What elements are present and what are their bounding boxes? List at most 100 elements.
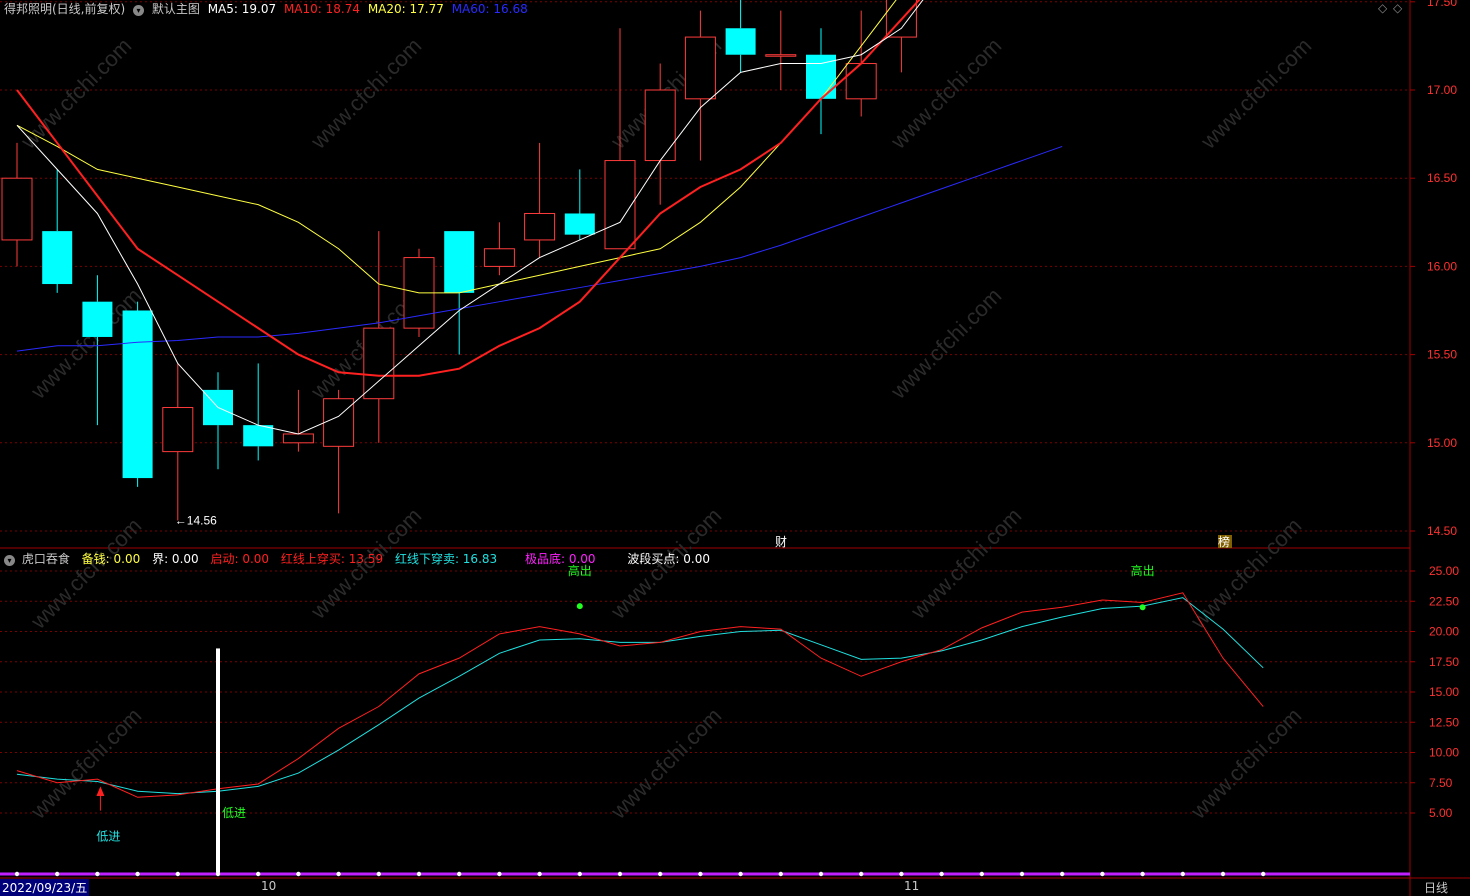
diamond-icon[interactable]: ◇ <box>1393 1 1402 15</box>
price-tick-label: 15.50 <box>1427 348 1457 362</box>
bottom-signal-dot <box>979 871 984 877</box>
bottom-signal-dot <box>175 871 180 877</box>
candle-body-up <box>323 398 355 447</box>
bottom-signal-dot <box>497 871 502 877</box>
price-tick-label: 17.00 <box>1427 83 1457 97</box>
bottom-signal-dot <box>457 871 462 877</box>
candle-body-up <box>162 407 194 453</box>
signal-dot <box>1139 604 1146 611</box>
bottom-signal-dot <box>376 871 381 877</box>
candle-body-up <box>483 248 515 267</box>
low-entry-label: 低进 <box>96 829 120 843</box>
low-price-marker: ←14.56 <box>175 513 217 527</box>
candle-body-up <box>282 433 314 444</box>
bottom-signal-dot <box>1220 871 1226 877</box>
indicator-value: 波段买点: 0.00 <box>627 552 710 566</box>
watermark-text: www.cfchi.com <box>885 283 1006 404</box>
indicator-tick-label: 17.50 <box>1429 655 1459 669</box>
high-out-label: 高出 <box>1131 563 1155 578</box>
price-tick-label: 15.00 <box>1427 436 1457 450</box>
bottom-signal-dot <box>738 871 743 877</box>
watermark-text: www.cfchi.com <box>305 33 426 154</box>
indicator-name: 虎口吞食 <box>21 552 70 566</box>
indicator-value: 极品底: 0.00 <box>524 552 596 566</box>
watermark-text: www.cfchi.com <box>1185 703 1306 824</box>
indicator-dropdown-icon[interactable]: ▾ <box>4 555 15 566</box>
ma60-label: MA60: 16.68 <box>451 2 528 16</box>
rank-marker: 榜 <box>1218 534 1230 549</box>
indicator-tick-label: 22.50 <box>1429 594 1459 608</box>
indicator-tick-label: 15.00 <box>1429 685 1459 699</box>
bottom-signal-dot <box>416 871 422 877</box>
candle-body-up <box>1 177 33 241</box>
bottom-signal-dot <box>14 871 20 877</box>
indicator-tick-label: 12.50 <box>1429 715 1459 729</box>
bottom-signal-dot <box>1019 871 1025 877</box>
template-label[interactable]: 默认主图 <box>152 2 200 16</box>
candle-body-down <box>444 231 475 293</box>
bottom-signal-dot <box>577 871 582 877</box>
bottom-signal-dot <box>1140 871 1145 877</box>
month-label-nov: 11 <box>904 879 920 893</box>
price-tick-label: 17.50 <box>1427 0 1457 9</box>
bottom-signal-dot <box>215 871 221 877</box>
ma20-label: MA20: 17.77 <box>367 2 444 16</box>
stock-title: 得邦照明(日线,前复权) <box>4 2 126 16</box>
candle-body-down <box>42 231 73 285</box>
period-button[interactable]: 日线 <box>1424 879 1448 896</box>
signal-bar <box>216 648 220 875</box>
watermark-text: www.cfchi.com <box>15 33 136 154</box>
bottom-signal-dot <box>95 871 100 877</box>
buy-arrow-icon <box>96 786 105 797</box>
diamond-icon[interactable]: ◇ <box>1378 1 1387 15</box>
indicator-value: 红线上穿买: 13.59 <box>280 552 384 566</box>
month-label-oct: 10 <box>261 879 277 893</box>
watermark-text: www.cfchi.com <box>25 703 146 824</box>
candle-body-up <box>363 327 395 400</box>
candle-body-down <box>564 213 595 235</box>
bottom-signal-dot <box>899 871 904 877</box>
stock-chart[interactable]: 14.5015.0015.5016.0016.5017.0017.5018.00… <box>0 0 1470 896</box>
indicator-value: 界: 0.00 <box>152 552 199 566</box>
indicator-value: 备钱: 0.00 <box>81 552 141 566</box>
bottom-signal-dot <box>256 871 261 877</box>
ma10-label: MA10: 18.74 <box>283 2 360 16</box>
candle-body-up <box>524 212 556 241</box>
bottom-signal-dot <box>859 871 864 877</box>
ma5-label: MA5: 19.07 <box>207 2 277 16</box>
bottom-signal-dot <box>1180 871 1186 877</box>
low-entry-label: 低进 <box>222 806 246 820</box>
bottom-signal-dot <box>1261 871 1266 877</box>
candle-body-up <box>644 89 676 162</box>
watermark-text: www.cfchi.com <box>905 503 1026 624</box>
bottom-signal-dot <box>698 871 703 877</box>
indicator-k-line <box>16 592 1264 798</box>
bottom-signal-dot <box>537 871 542 877</box>
candle-body-down <box>122 310 153 479</box>
bottom-signal-dot <box>336 871 341 877</box>
bottom-signal-dot <box>617 871 623 877</box>
bottom-signal-dot <box>296 871 301 877</box>
price-tick-label: 16.00 <box>1427 259 1457 273</box>
indicator-d-line <box>16 597 1264 795</box>
template-dropdown-icon[interactable]: ▾ <box>133 5 145 16</box>
indicator-value: 启动: 0.00 <box>210 552 270 566</box>
bottom-signal-dot <box>1060 871 1065 877</box>
candle-body-down <box>82 301 113 337</box>
indicator-tick-label: 25.00 <box>1429 564 1459 578</box>
candle-body-up <box>684 36 716 100</box>
watermark-text: www.cfchi.com <box>885 33 1006 154</box>
indicator-tick-label: 20.00 <box>1429 625 1459 639</box>
bottom-signal-dot <box>1100 871 1105 877</box>
candle-body-up <box>765 54 797 57</box>
indicator-tick-label: 10.00 <box>1429 746 1459 760</box>
bottom-signal-dot <box>778 871 783 877</box>
signal-dot <box>576 603 583 610</box>
watermark-text: www.cfchi.com <box>1195 33 1316 154</box>
bottom-signal-dot <box>658 871 663 877</box>
price-tick-label: 16.50 <box>1427 171 1457 185</box>
bottom-signal-dot <box>818 871 824 877</box>
finance-marker: 财 <box>775 535 787 549</box>
candle-body-down <box>243 425 274 447</box>
indicator-tick-label: 7.50 <box>1429 776 1453 790</box>
